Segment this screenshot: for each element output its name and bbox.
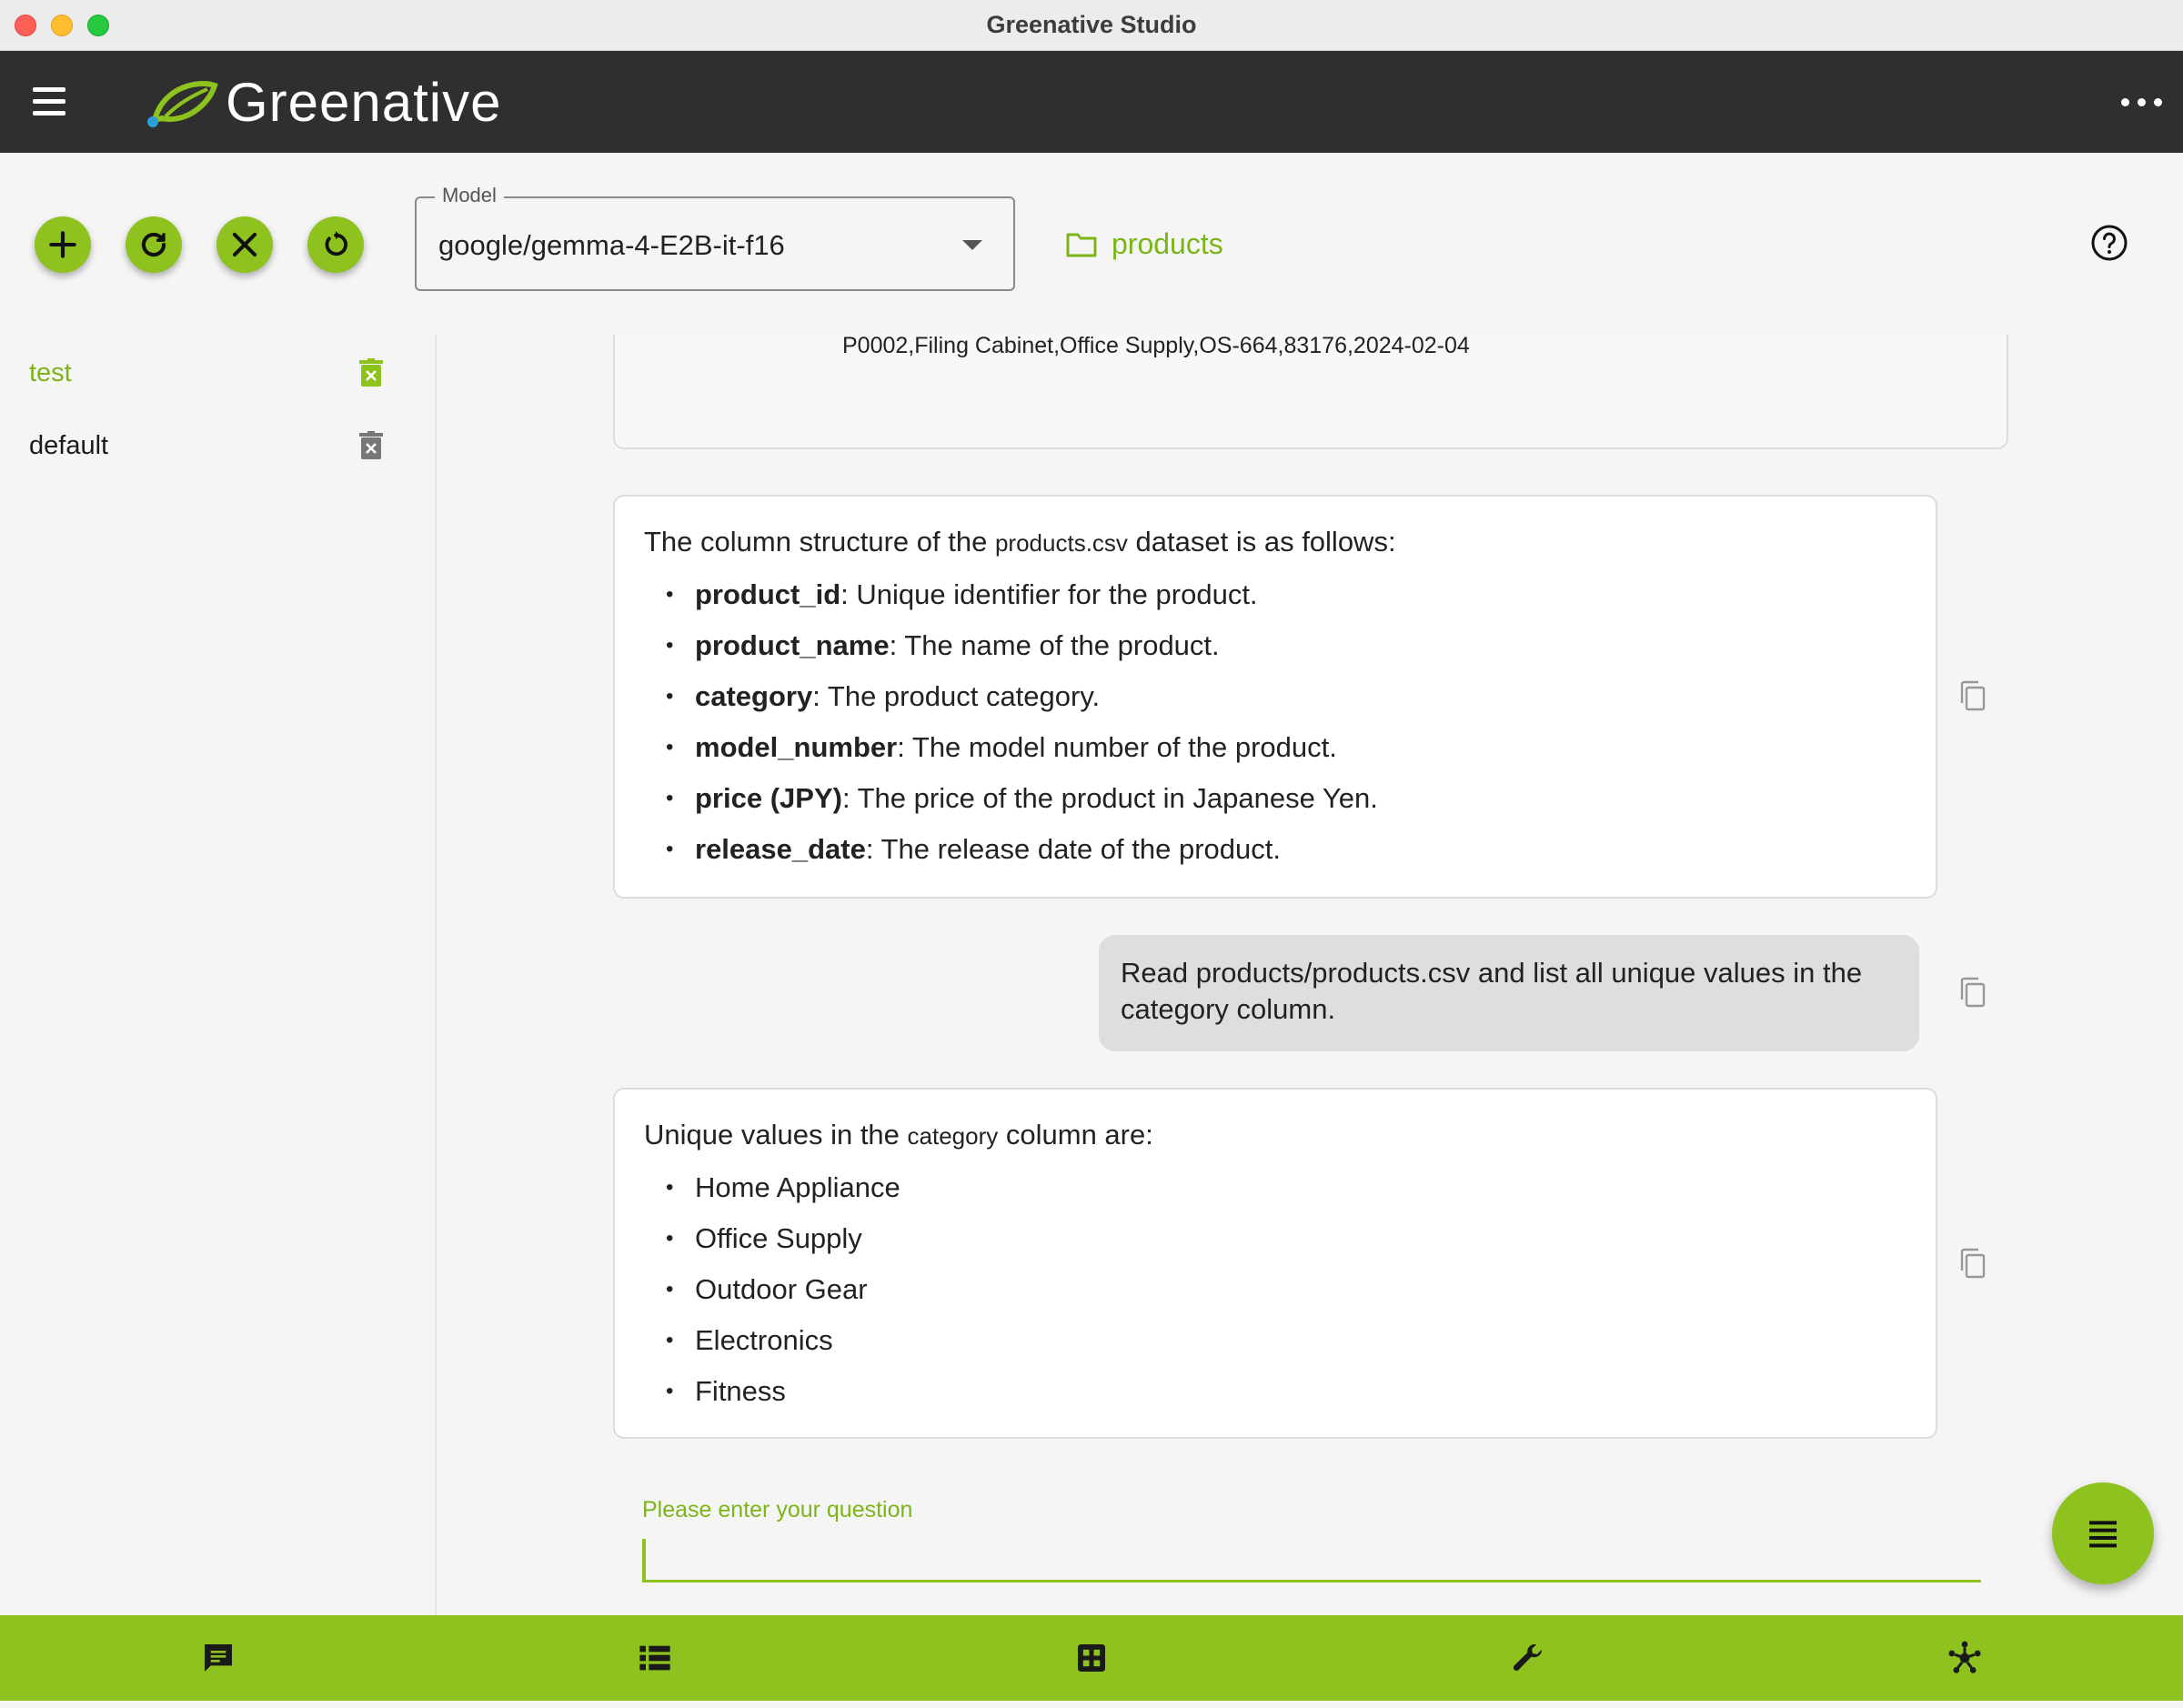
restore-icon (325, 230, 347, 256)
category-list: Home Appliance Office Supply Outdoor Gea… (666, 1162, 900, 1417)
list-item: Fitness (666, 1366, 900, 1417)
list-item: product_name: The name of the product. (666, 620, 1378, 671)
greenative-logo-icon (147, 81, 218, 127)
column-list: product_id: Unique identifier for the pr… (666, 569, 1378, 875)
list-icon (639, 1645, 670, 1671)
window-title: Greenative Studio (986, 11, 1197, 38)
more-horizontal-icon[interactable] (2119, 87, 2165, 115)
list-item: Home Appliance (666, 1162, 900, 1213)
question-input-label: Please enter your question (642, 1497, 913, 1522)
model-select[interactable]: Model google/gemma-4-E2B-it-f16 (415, 184, 1015, 291)
delete-icon[interactable] (358, 431, 384, 460)
bottom-navigation (0, 1615, 2183, 1701)
session-label: test (29, 358, 72, 387)
delete-icon[interactable] (358, 358, 384, 387)
message-lead: Unique values in the category column are… (644, 1119, 1153, 1150)
user-message-text: Read products/products.csv and list all … (1121, 957, 1863, 1025)
list-item: Outdoor Gear (666, 1264, 900, 1315)
refresh-icon (141, 232, 166, 257)
session-item-default[interactable]: default (0, 411, 435, 480)
nav-chat[interactable] (194, 1633, 243, 1683)
folder-icon (1066, 233, 1097, 257)
dashboard-icon (1078, 1644, 1105, 1672)
options-fab-button[interactable] (2052, 1482, 2154, 1584)
nav-tools[interactable] (1504, 1633, 1553, 1683)
help-circle-icon[interactable] (2090, 224, 2128, 262)
previous-csv-line: P0002,Filing Cabinet,Office Supply,OS-66… (842, 333, 1470, 358)
copy-icon[interactable] (1959, 1248, 1987, 1279)
session-sidebar: test default (0, 335, 437, 1615)
list-item: Office Supply (666, 1213, 900, 1264)
nav-network[interactable] (1940, 1633, 1989, 1683)
message-lead: The column structure of the products.csv… (644, 526, 1396, 558)
session-label: default (29, 431, 109, 460)
add-session-button[interactable] (35, 216, 91, 273)
reset-button[interactable] (307, 216, 364, 273)
model-label: Model (435, 184, 504, 207)
assistant-message: The column structure of the products.csv… (613, 495, 1937, 899)
model-value: google/gemma-4-E2B-it-f16 (438, 229, 785, 261)
app-logo-text: Greenative (226, 72, 502, 133)
list-item: price (JPY): The price of the product in… (666, 773, 1378, 824)
clear-button[interactable] (216, 216, 273, 273)
network-icon (1948, 1641, 1981, 1673)
copy-icon[interactable] (1959, 977, 1987, 1008)
window-titlebar: Greenative Studio (0, 0, 2183, 51)
user-message: Read products/products.csv and list all … (1099, 935, 1919, 1051)
folder-link[interactable]: products (1066, 224, 1223, 264)
question-input-wrapper: Please enter your question (642, 1497, 1981, 1588)
app-bar: Greenative (0, 51, 2183, 153)
close-icon (232, 232, 257, 257)
chat-icon (205, 1644, 232, 1672)
refresh-button[interactable] (126, 216, 182, 273)
session-item-test[interactable]: test (0, 338, 435, 407)
list-item: release_date: The release date of the pr… (666, 824, 1378, 875)
list-item: product_id: Unique identifier for the pr… (666, 569, 1378, 620)
copy-icon[interactable] (1959, 680, 1987, 711)
hamburger-icon[interactable] (31, 85, 71, 118)
list-item: category: The product category. (666, 671, 1378, 722)
nav-list[interactable] (630, 1633, 679, 1683)
nav-dashboard[interactable] (1067, 1633, 1116, 1683)
menu-lines-icon (2089, 1521, 2117, 1548)
chevron-down-icon (962, 240, 982, 250)
question-input[interactable] (642, 1530, 1981, 1582)
assistant-message: Unique values in the category column are… (613, 1088, 1937, 1439)
wrench-icon (1513, 1643, 1543, 1671)
list-item: model_number: The model number of the pr… (666, 722, 1378, 773)
list-item: Electronics (666, 1315, 900, 1366)
folder-label: products (1112, 226, 1223, 260)
plus-icon (49, 231, 76, 258)
text-cursor (642, 1539, 646, 1581)
chat-area: The column structure of the products.csv… (438, 335, 2183, 1615)
